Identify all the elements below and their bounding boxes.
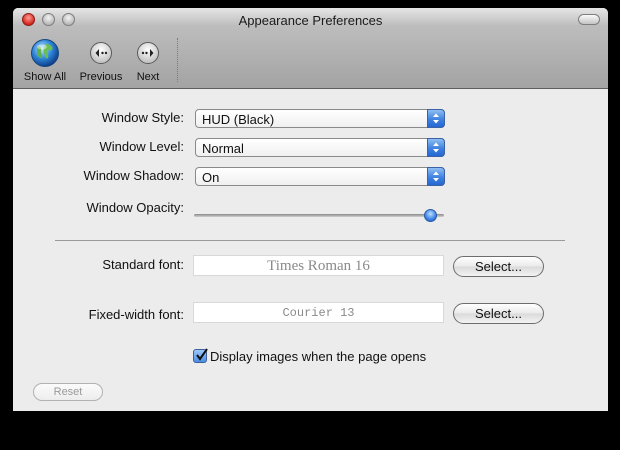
fixed-width-font-label: Fixed-width font:: [88, 307, 184, 322]
window-style-value: HUD (Black): [202, 112, 275, 127]
next-label: Next: [136, 71, 160, 83]
reset-button[interactable]: Reset: [33, 383, 103, 401]
checkmark-icon: [196, 348, 208, 361]
next-button[interactable]: Next: [129, 38, 167, 83]
window-opacity-slider-knob[interactable]: [423, 209, 437, 222]
toolbar-separator: [177, 38, 178, 82]
show-all-label: Show All: [23, 71, 67, 83]
standard-font-label: Standard font:: [102, 257, 184, 272]
window-shadow-label: Window Shadow:: [83, 168, 184, 183]
window-level-value: Normal: [202, 141, 244, 156]
toolbar: Appearance Preferences Show All Previous…: [13, 8, 608, 89]
standard-font-preview: Times Roman 16: [193, 255, 444, 276]
previous-button[interactable]: Previous: [77, 38, 125, 83]
fixed-width-font-select-button[interactable]: Select...: [453, 303, 544, 324]
show-all-button[interactable]: Show All: [21, 38, 69, 83]
section-divider: [55, 240, 565, 241]
preferences-window: Appearance Preferences Show All Previous…: [13, 8, 608, 411]
next-arrow-icon: [137, 42, 159, 64]
window-style-popup[interactable]: HUD (Black): [195, 109, 445, 128]
window-title: Appearance Preferences: [238, 13, 383, 28]
window-shadow-popup[interactable]: On: [195, 167, 445, 186]
previous-arrow-icon: [90, 42, 112, 64]
display-images-label[interactable]: Display images when the page opens: [210, 349, 426, 364]
window-opacity-label: Window Opacity:: [86, 200, 184, 215]
popup-arrows-icon: [427, 109, 445, 128]
window-style-label: Window Style:: [101, 110, 184, 125]
popup-arrows-icon: [427, 138, 445, 157]
fixed-width-font-preview: Courier 13: [193, 302, 444, 323]
window-level-popup[interactable]: Normal: [195, 138, 445, 157]
toolbar-toggle-button[interactable]: [578, 14, 600, 25]
display-images-checkbox[interactable]: [193, 348, 208, 363]
window-shadow-value: On: [202, 170, 220, 185]
window-level-label: Window Level:: [99, 139, 184, 154]
standard-font-select-button[interactable]: Select...: [453, 256, 544, 277]
globe-icon: [31, 39, 59, 67]
previous-label: Previous: [79, 71, 123, 83]
popup-arrows-icon: [427, 167, 445, 186]
window-opacity-slider[interactable]: [194, 214, 444, 217]
